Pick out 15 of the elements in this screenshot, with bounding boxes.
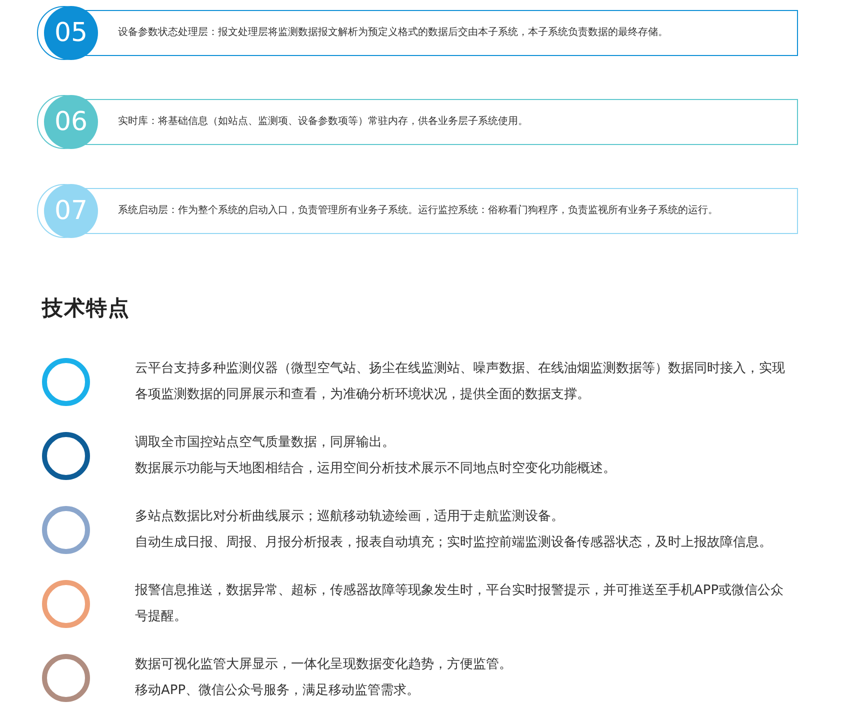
feature-text: 多站点数据比对分析曲线展示；巡航移动轨迹绘画，适用于走航监测设备。 — [135, 508, 565, 526]
layer-description: 系统启动层：作为整个系统的启动入口，负责管理所有业务子系统。运行监控系统：俗称看门狗程序，负责监视所有业务子系统的运行。 — [118, 204, 718, 218]
feature-text: 调取全市国控站点空气质量数据，同屏输出。 — [135, 434, 396, 452]
feature-text: 云平台支持多种监测仪器（微型空气站、扬尘在线监测站、噪声数据、在线油烟监测数据等）数据同时接入，实现各项监测数据的同屏展示和查看，为准确分析环境状况，提供全面的数据支撑。 — [135, 360, 786, 404]
layer-description: 设备参数状态处理层：报文处理层将监测数据报文解析为预定义格式的数据后交由本子系统，本子系统负责数据的最终存储。 — [118, 26, 668, 40]
number-badge: 06 — [44, 95, 98, 149]
layer-description: 实时库：将基础信息（如站点、监测项、设备参数项等）常驻内存，供各业务层子系统使用。 — [118, 115, 528, 129]
feature-text: 报警信息推送，数据异常、超标，传感器故障等现象发生时，平台实时报警提示，并可推送至手机APP或微信公众号提醒。 — [135, 582, 785, 626]
number-badge: 05 — [44, 6, 98, 60]
feature-text: 数据可视化监管大屏显示，一体化呈现数据变化趋势，方便监管。 — [135, 656, 513, 674]
section-title: 技术特点 — [42, 295, 131, 322]
feature-text: 数据展示功能与天地图相结合，运用空间分析技术展示不同地点时空变化功能概述。 — [135, 460, 617, 478]
feature-text: 移动APP、微信公众号服务，满足移动监管需求。 — [135, 682, 421, 700]
feature-text: 自动生成日报、周报、月报分析报表，报表自动填充；实时监控前端监测设备传感器状态，及时上报故障信息。 — [135, 534, 773, 552]
number-badge: 07 — [44, 184, 98, 238]
